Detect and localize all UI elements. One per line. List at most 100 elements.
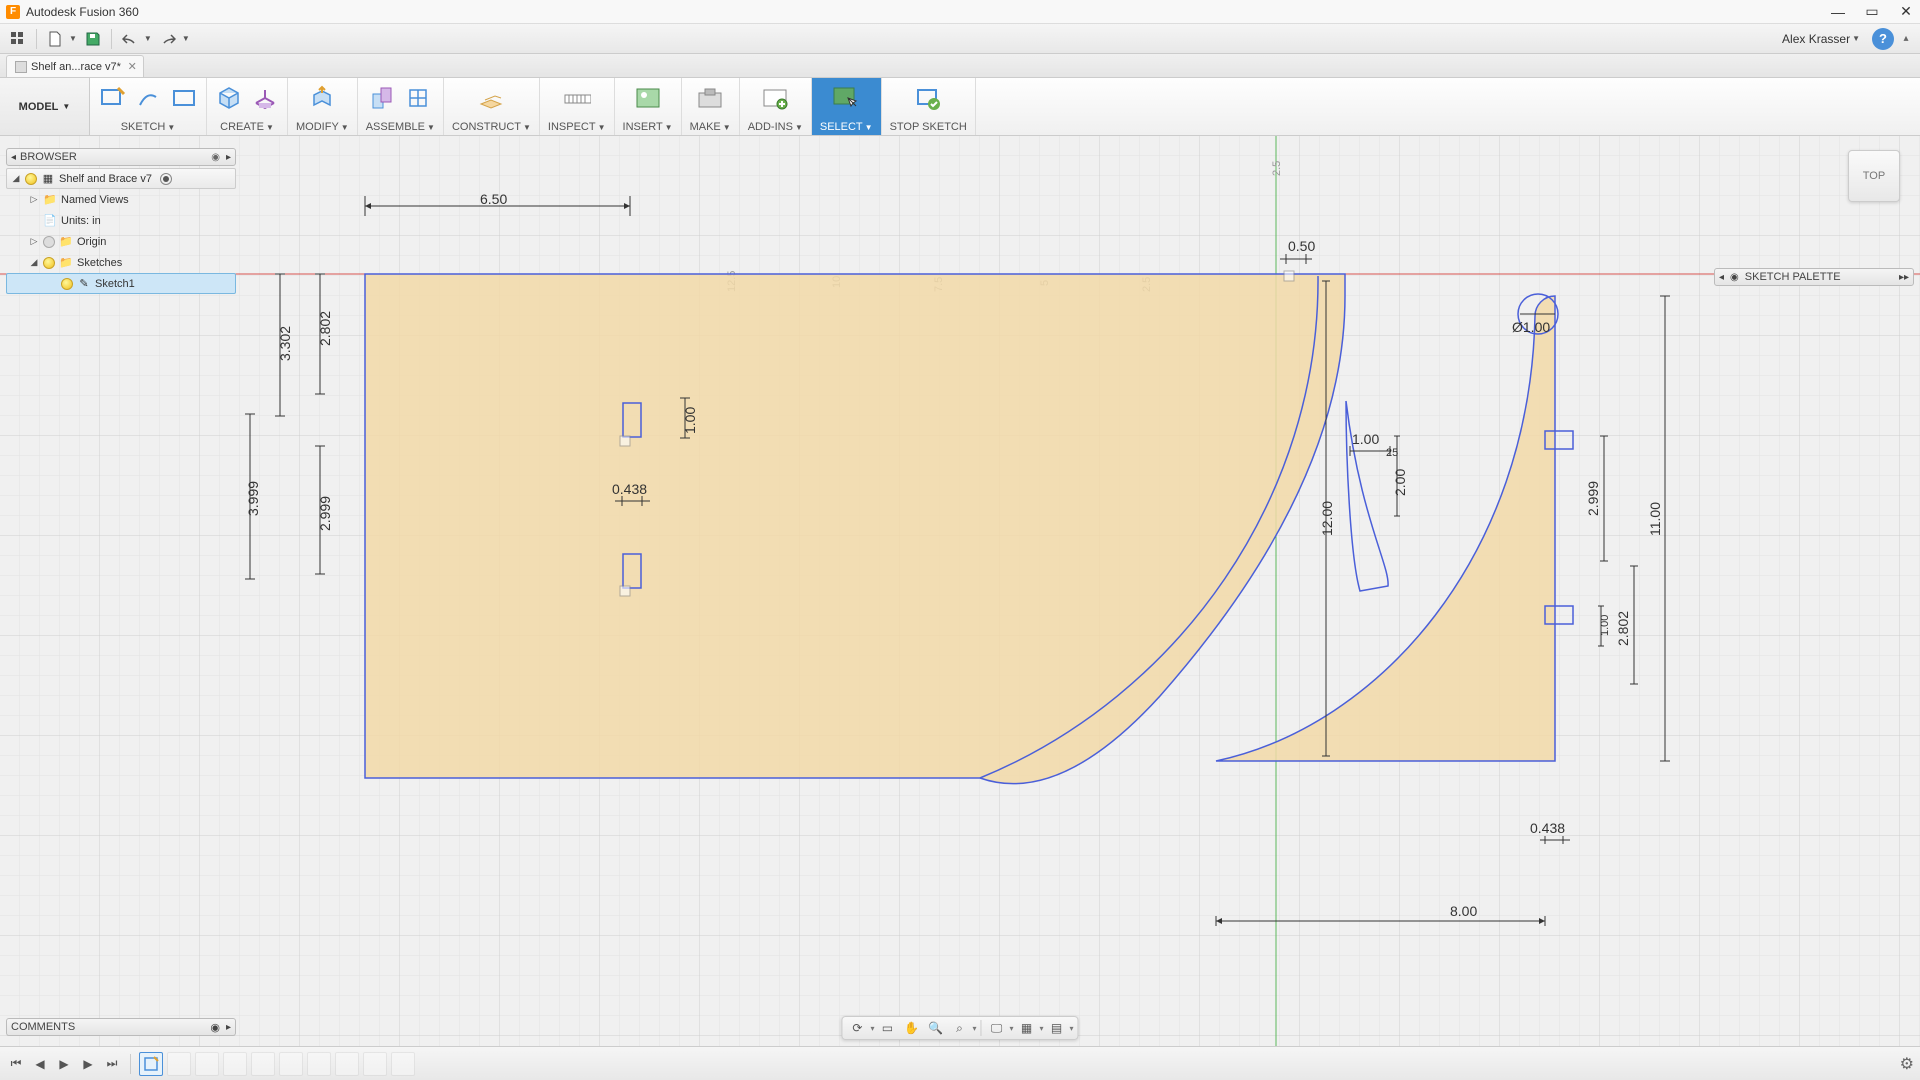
data-panel-button[interactable] bbox=[6, 27, 30, 51]
window-minimize-button[interactable]: — bbox=[1830, 4, 1846, 20]
svg-text:11.00: 11.00 bbox=[1647, 502, 1663, 536]
ribbon-label: INSERT bbox=[623, 121, 663, 133]
browser-expand-icon[interactable]: ▸ bbox=[226, 152, 231, 163]
redo-button[interactable] bbox=[156, 27, 180, 51]
rectangle-icon bbox=[170, 84, 198, 112]
timeline-feature[interactable] bbox=[391, 1052, 415, 1076]
undo-button[interactable] bbox=[118, 27, 142, 51]
ribbon-group-stop-sketch[interactable]: STOP SKETCH bbox=[882, 78, 976, 135]
svg-text:0.50: 0.50 bbox=[1288, 238, 1315, 254]
browser-pin-icon[interactable]: ◉ bbox=[211, 152, 220, 163]
svg-text:1.00: 1.00 bbox=[682, 407, 698, 434]
comments-pin-icon[interactable]: ◉ bbox=[210, 1021, 220, 1034]
viewport-settings-button[interactable]: ▤ bbox=[1046, 1018, 1068, 1038]
timeline-feature[interactable] bbox=[279, 1052, 303, 1076]
ribbon-group-select[interactable]: SELECT▼ bbox=[812, 78, 882, 135]
ribbon-group-modify[interactable]: MODIFY▼ bbox=[288, 78, 358, 135]
sketch-palette-title: SKETCH PALETTE bbox=[1745, 271, 1841, 283]
comments-header[interactable]: COMMENTS ◉ ▸ bbox=[6, 1018, 236, 1036]
document-tabstrip: Shelf an...race v7* ✕ bbox=[0, 54, 1920, 78]
palette-collapse-icon[interactable]: ◂ bbox=[1719, 272, 1724, 283]
visibility-bulb-icon[interactable] bbox=[43, 257, 55, 269]
ribbon-group-inspect[interactable]: INSPECT▼ bbox=[540, 78, 615, 135]
tree-arrow-icon[interactable]: ◢ bbox=[11, 173, 21, 184]
tree-arrow-icon[interactable]: ▷ bbox=[29, 236, 39, 247]
ribbon-group-assemble[interactable]: ASSEMBLE▼ bbox=[358, 78, 444, 135]
comments-title: COMMENTS bbox=[11, 1021, 75, 1033]
timeline-feature[interactable] bbox=[363, 1052, 387, 1076]
undo-caret-icon[interactable]: ▼ bbox=[144, 34, 152, 43]
timeline-end-button[interactable]: ⏭ bbox=[102, 1054, 122, 1074]
ribbon-collapse-button[interactable]: ▴ bbox=[1898, 33, 1914, 44]
viewcube[interactable]: TOP bbox=[1848, 150, 1900, 202]
sketch-canvas-wrap: 12.5 10 7.5 5 2.5 2.5 bbox=[0, 136, 1920, 1046]
ribbon-group-sketch[interactable]: SKETCH▼ bbox=[90, 78, 207, 135]
timeline-feature[interactable] bbox=[307, 1052, 331, 1076]
svg-text:0.438: 0.438 bbox=[1530, 820, 1565, 836]
save-button[interactable] bbox=[81, 27, 105, 51]
file-menu-caret-icon[interactable]: ▼ bbox=[69, 34, 77, 43]
fit-button[interactable]: ⌕ bbox=[948, 1018, 970, 1038]
display-settings-button[interactable]: 🖵 bbox=[985, 1018, 1007, 1038]
tree-sketch1[interactable]: ✎ Sketch1 bbox=[6, 273, 236, 294]
browser-collapse-icon[interactable]: ◂ bbox=[11, 152, 16, 163]
timeline-feature[interactable] bbox=[335, 1052, 359, 1076]
folder-icon: 📁 bbox=[59, 235, 73, 249]
tree-label: Sketch1 bbox=[95, 278, 135, 290]
timeline-feature[interactable] bbox=[223, 1052, 247, 1076]
visibility-bulb-icon[interactable] bbox=[43, 236, 55, 248]
timeline-prev-button[interactable]: ◀ bbox=[30, 1054, 50, 1074]
palette-expand-icon[interactable]: ▸▸ bbox=[1899, 272, 1909, 283]
browser-header[interactable]: ◂ BROWSER ◉ ▸ bbox=[6, 148, 236, 166]
workspace-mode-button[interactable]: MODEL ▼ bbox=[0, 78, 90, 135]
tab-close-button[interactable]: ✕ bbox=[128, 60, 137, 73]
timeline-start-button[interactable]: ⏮ bbox=[6, 1054, 26, 1074]
user-menu[interactable]: Alex Krasser ▼ bbox=[1774, 30, 1868, 48]
palette-pin-icon[interactable]: ◉ bbox=[1730, 272, 1739, 283]
timeline-feature-sketch[interactable] bbox=[139, 1052, 163, 1076]
ribbon-label: SKETCH bbox=[121, 121, 166, 133]
ribbon-group-addins[interactable]: ADD-INS▼ bbox=[740, 78, 812, 135]
visibility-bulb-icon[interactable] bbox=[25, 173, 37, 185]
extrude-icon bbox=[251, 84, 279, 112]
visibility-bulb-icon[interactable] bbox=[61, 278, 73, 290]
tree-sketches[interactable]: ◢ 📁 Sketches bbox=[6, 252, 236, 273]
tree-label: Sketches bbox=[77, 257, 122, 269]
comments-expand-icon[interactable]: ▸ bbox=[226, 1022, 231, 1033]
tree-root-label: Shelf and Brace v7 bbox=[59, 173, 152, 185]
tree-arrow-icon[interactable]: ▷ bbox=[29, 194, 39, 205]
select-icon bbox=[832, 84, 860, 112]
timeline-next-button[interactable]: ▶ bbox=[78, 1054, 98, 1074]
window-close-button[interactable]: ✕ bbox=[1898, 4, 1914, 20]
timeline-settings-button[interactable]: ⚙ bbox=[1900, 1054, 1914, 1074]
pan-button[interactable]: ✋ bbox=[900, 1018, 922, 1038]
help-button[interactable]: ? bbox=[1872, 28, 1894, 50]
ribbon-label: INSPECT bbox=[548, 121, 596, 133]
sketch-canvas[interactable]: 12.5 10 7.5 5 2.5 2.5 bbox=[0, 136, 1920, 1046]
active-component-radio[interactable] bbox=[160, 173, 172, 185]
tree-arrow-icon[interactable]: ◢ bbox=[29, 257, 39, 268]
zoom-button[interactable]: 🔍 bbox=[924, 1018, 946, 1038]
timeline-feature[interactable] bbox=[195, 1052, 219, 1076]
tree-root[interactable]: ◢ ▦ Shelf and Brace v7 bbox=[6, 168, 236, 189]
window-restore-button[interactable]: ▭ bbox=[1864, 4, 1880, 20]
ribbon-group-make[interactable]: MAKE▼ bbox=[682, 78, 740, 135]
tree-origin[interactable]: ▷ 📁 Origin bbox=[6, 231, 236, 252]
ribbon-group-insert[interactable]: INSERT▼ bbox=[615, 78, 682, 135]
timeline-feature[interactable] bbox=[251, 1052, 275, 1076]
redo-caret-icon[interactable]: ▼ bbox=[182, 34, 190, 43]
timeline-play-button[interactable]: ▶ bbox=[54, 1054, 74, 1074]
document-tab[interactable]: Shelf an...race v7* ✕ bbox=[6, 55, 144, 77]
ribbon-group-create[interactable]: CREATE▼ bbox=[207, 78, 288, 135]
ribbon-group-construct[interactable]: CONSTRUCT▼ bbox=[444, 78, 540, 135]
create-sketch-icon bbox=[98, 84, 126, 112]
timeline-feature[interactable] bbox=[167, 1052, 191, 1076]
look-at-button[interactable]: ▭ bbox=[876, 1018, 898, 1038]
tree-named-views[interactable]: ▷ 📁 Named Views bbox=[6, 189, 236, 210]
grid-settings-button[interactable]: ▦ bbox=[1016, 1018, 1038, 1038]
sketch-palette-header[interactable]: ◂ ◉ SKETCH PALETTE ▸▸ bbox=[1714, 268, 1914, 286]
file-menu-button[interactable] bbox=[43, 27, 67, 51]
tree-label: Named Views bbox=[61, 194, 129, 206]
tree-units[interactable]: 📄 Units: in bbox=[6, 210, 236, 231]
orbit-button[interactable]: ⟳ bbox=[846, 1018, 868, 1038]
